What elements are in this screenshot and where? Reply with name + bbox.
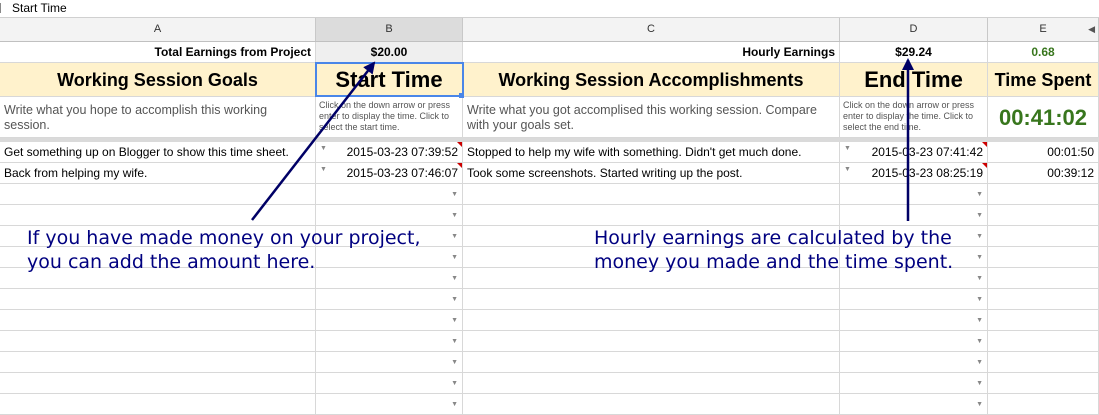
arrow-to-total-earnings [251,61,376,221]
annotation-left: If you have made money on your project, … [27,226,420,274]
annotation-right: Hourly earnings are calculated by the mo… [594,226,953,274]
annotation-right-line1: Hourly earnings are calculated by the [594,227,952,249]
annotation-right-line2: money you made and the time spent. [594,251,954,273]
annotation-left-line2: you can add the amount here. [27,251,316,273]
annotation-left-line1: If you have made money on your project, [27,227,421,249]
annotation-arrows [251,58,914,221]
